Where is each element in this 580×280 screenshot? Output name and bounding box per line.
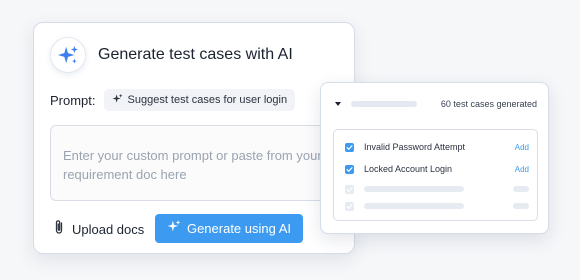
placeholder-bar: [364, 186, 464, 192]
list-item-label: Invalid Password Attempt: [364, 142, 466, 152]
placeholder-bar: [364, 203, 464, 209]
generate-button[interactable]: Generate using AI: [155, 214, 303, 243]
list-item: Locked Account Login Add: [345, 164, 529, 174]
list-item-label: Locked Account Login: [364, 164, 453, 174]
checkbox-checked[interactable]: [345, 142, 354, 152]
add-link[interactable]: Add: [515, 165, 529, 174]
sparkle-icon: [167, 219, 181, 238]
test-case-list: Invalid Password Attempt Add Locked Acco…: [333, 129, 538, 221]
prompt-row: Prompt: Suggest test cases for user logi…: [50, 89, 296, 111]
upload-docs-label: Upload docs: [72, 222, 145, 237]
placeholder-bar: [513, 203, 529, 209]
list-item-placeholder: [345, 184, 529, 194]
caret-down-icon[interactable]: [335, 102, 341, 106]
generated-count: 60 test cases generated: [440, 99, 537, 109]
checkbox-placeholder: [345, 201, 354, 211]
app-stage: Generate test cases with AI Prompt: Sugg…: [0, 0, 580, 280]
placeholder-bar: [351, 101, 417, 107]
placeholder-bar: [513, 186, 529, 192]
generate-card: Generate test cases with AI Prompt: Sugg…: [33, 22, 356, 254]
sparkle-icon: [111, 91, 123, 109]
prompt-label: Prompt:: [50, 92, 96, 108]
suggestion-chip-label: Suggest test cases for user login: [127, 94, 288, 106]
page-title: Generate test cases with AI: [98, 46, 293, 63]
results-header: 60 test cases generated: [335, 97, 537, 111]
paperclip-icon: [54, 219, 64, 240]
prompt-input[interactable]: Enter your custom prompt or paste from y…: [50, 125, 356, 201]
upload-docs-button[interactable]: Upload docs: [54, 219, 144, 240]
checkbox-checked[interactable]: [345, 164, 354, 174]
checkbox-placeholder: [345, 184, 354, 194]
prompt-placeholder: Enter your custom prompt or paste from y…: [63, 148, 322, 182]
add-link[interactable]: Add: [515, 143, 529, 152]
results-card: 60 test cases generated Invalid Password…: [320, 82, 549, 234]
list-item: Invalid Password Attempt Add: [345, 142, 529, 152]
suggestion-chip[interactable]: Suggest test cases for user login: [103, 89, 296, 111]
card-header: Generate test cases with AI: [50, 37, 293, 73]
list-item-placeholder: [345, 201, 529, 211]
generate-button-label: Generate using AI: [186, 221, 292, 236]
sparkle-icon: [50, 37, 86, 73]
